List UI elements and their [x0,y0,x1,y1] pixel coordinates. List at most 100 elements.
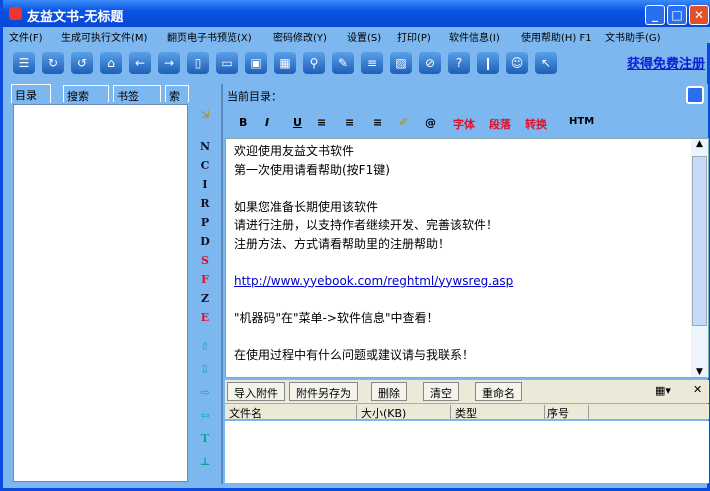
strip-button-z[interactable]: Z [197,292,213,305]
list-icon[interactable]: ☰ [13,52,35,74]
html-button[interactable]: HTM [569,116,594,127]
menu-item[interactable]: 打印(P) [397,29,431,44]
search-icon[interactable]: ⚲ [303,52,325,74]
import-attachment-button[interactable]: 导入附件 [227,382,285,401]
strip-button-s[interactable]: S [197,254,213,267]
side-toolbar: ⇲ N C I R P D S F Z E ⇧ ⇩ ⇨ ⇦ T ⊥ [189,104,219,482]
menu-item[interactable]: 文书助手(G) [605,29,661,44]
saveas-icon[interactable]: ▦ [274,52,296,74]
find-replace-icon[interactable]: @ [425,116,436,129]
register-link[interactable]: 获得免费注册 [627,53,705,72]
align-left-icon[interactable]: ≡ [317,116,326,129]
tab-bookmarks[interactable]: 书签 [113,85,161,103]
attachment-list[interactable] [225,421,709,483]
font-button[interactable]: 字体 [453,116,475,132]
move-down-icon[interactable]: ⇩ [197,363,213,376]
import-icon[interactable]: ⇲ [197,108,213,121]
editor-line: 在使用过程中有什么问题或建议请与我联系！ [234,347,475,362]
editor-line: 注册方法、方式请看帮助里的注册帮助！ [234,236,451,251]
strip-button-f[interactable]: F [197,273,213,286]
maximize-button[interactable]: □ [667,5,687,25]
help-icon[interactable]: ? [448,52,470,74]
image-icon[interactable]: ▨ [390,52,412,74]
strip-button-p[interactable]: P [197,216,213,229]
forward-icon[interactable]: → [158,52,180,74]
book-icon[interactable]: ❙ [477,52,499,74]
back-icon[interactable]: ← [129,52,151,74]
paragraph-button[interactable]: 段落 [489,116,511,132]
move-top-icon[interactable]: T [197,432,213,445]
editor-line: 如果您准备长期使用该软件 [234,199,379,214]
bold-button[interactable]: B [239,116,247,129]
menu-item[interactable]: 生成可执行文件(M) [61,29,147,44]
strip-button-d[interactable]: D [197,235,213,248]
menu-bar: 文件(F) 生成可执行文件(M) 翻页电子书预览(X) 密码修改(Y) 设置(S) 打印(… [3,27,710,44]
view-menu-icon[interactable]: ▦▾ [655,384,671,397]
col-filename[interactable]: 文件名 [229,405,357,420]
close-attachments-icon[interactable]: ✕ [693,383,702,396]
tab-search[interactable]: 搜索 [63,85,109,103]
rename-button[interactable]: 重命名 [475,382,522,401]
save-icon[interactable]: ▣ [245,52,267,74]
pointer-icon[interactable]: ↖ [535,52,557,74]
col-index[interactable]: 序号 [547,405,589,420]
page-icon[interactable]: ≡ [361,52,383,74]
right-panel: 当前目录： B I U ≡ ≡ ≡ ✐ @ 字体 段落 转换 HTM 欢迎使用友… [221,84,710,484]
move-bottom-icon[interactable]: ⊥ [197,455,213,468]
brush-icon[interactable]: ✐ [399,116,408,129]
underline-button[interactable]: U [293,116,302,129]
delete-button[interactable]: 删除 [371,382,407,401]
indent-icon[interactable]: ⇨ [197,386,213,399]
format-toolbar: B I U ≡ ≡ ≡ ✐ @ 字体 段落 转换 HTM [223,110,710,136]
menu-item[interactable]: 文件(F) [9,29,43,44]
menu-item[interactable]: 设置(S) [347,29,381,44]
smile-icon[interactable]: ☺ [506,52,528,74]
app-window: 友益文书-无标题 _ □ ✕ 文件(F) 生成可执行文件(M) 翻页电子书预览(X)… [0,0,710,491]
current-dir-label: 当前目录： [227,90,282,103]
align-center-icon[interactable]: ≡ [345,116,354,129]
undo-icon[interactable]: ↺ [71,52,93,74]
close-button[interactable]: ✕ [689,5,709,25]
editor-scrollbar[interactable]: ▲ ▼ [691,139,708,377]
home-icon[interactable]: ⌂ [100,52,122,74]
menu-item[interactable]: 软件信息(I) [449,29,500,44]
strip-button-e[interactable]: E [197,311,213,324]
strip-button-r[interactable]: R [197,197,213,210]
italic-button[interactable]: I [265,116,269,129]
minimize-button[interactable]: _ [645,5,665,25]
save-attachment-as-button[interactable]: 附件另存为 [289,382,358,401]
editor-line: 第一次使用请看帮助(按F1键) [234,162,390,177]
toolbar: ☰ ↻ ↺ ⌂ ← → ▯ ▭ ▣ ▦ ⚲ ✎ ≡ ▨ ⊘? ❙ ☺ ↖ [3,46,710,80]
attachment-columns: 文件名 大小(KB) 类型 序号 [225,404,709,420]
menu-item[interactable]: 翻页电子书预览(X) [167,29,252,44]
edit-icon[interactable]: ✎ [332,52,354,74]
outdent-icon[interactable]: ⇦ [197,409,213,422]
col-size[interactable]: 大小(KB) [361,405,451,420]
strip-button-i[interactable]: I [197,178,213,191]
window-title: 友益文书-无标题 [27,10,124,25]
panel-toggle-icon[interactable] [686,86,704,104]
open-icon[interactable]: ▭ [216,52,238,74]
col-type[interactable]: 类型 [455,405,545,420]
menu-item[interactable]: 使用帮助(H) F1 [521,29,592,44]
contents-tree[interactable] [13,104,188,482]
strip-button-c[interactable]: C [197,159,213,172]
tab-contents[interactable]: 目录 [11,84,51,103]
register-url-link[interactable]: http://www.yyebook.com/reghtml/yywsreg.a… [234,272,513,291]
link-icon[interactable]: ⊘ [419,52,441,74]
convert-button[interactable]: 转换 [525,116,547,132]
align-right-icon[interactable]: ≡ [373,116,382,129]
editor-line: 欢迎使用友益文书软件 [234,144,355,158]
tab-index[interactable]: 索引 [165,85,189,119]
menu-item[interactable]: 密码修改(Y) [273,29,327,44]
clear-button[interactable]: 清空 [423,382,459,401]
move-up-icon[interactable]: ⇧ [197,340,213,353]
editor-line: 请进行注册，以支持作者继续开发、完善该软件！ [234,218,499,232]
text-editor[interactable]: 欢迎使用友益文书软件第一次使用请看帮助(按F1键) 如果您准备长期使用该软件请进行… [225,138,709,378]
new-icon[interactable]: ▯ [187,52,209,74]
redo-icon[interactable]: ↻ [42,52,64,74]
strip-button-n[interactable]: N [197,140,213,153]
